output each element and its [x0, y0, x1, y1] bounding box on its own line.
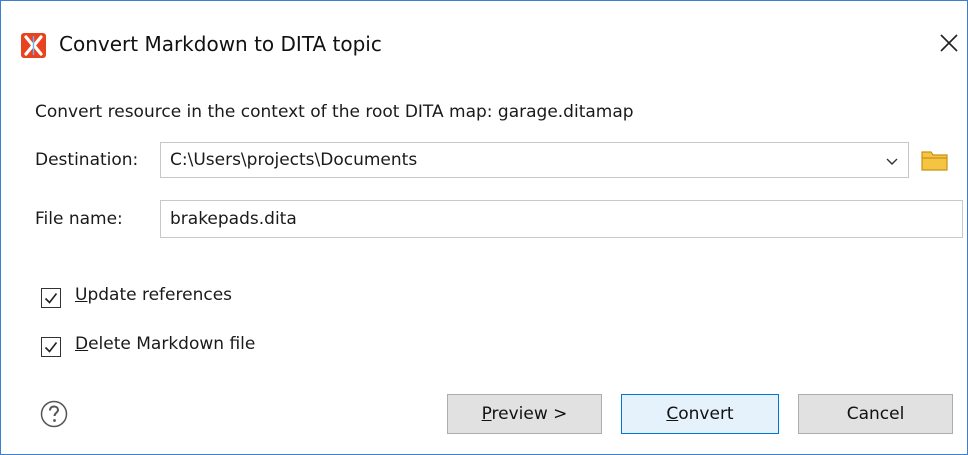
cancel-button[interactable]: Cancel — [798, 394, 953, 434]
convert-accelerator: C — [666, 404, 679, 424]
preview-label: review > — [491, 404, 568, 424]
destination-label: Destination: — [35, 150, 139, 170]
context-description: Convert resource in the context of the r… — [35, 102, 634, 122]
delete-markdown-accelerator: D — [75, 334, 89, 354]
convert-dialog: Convert Markdown to DITA topic Convert r… — [0, 0, 968, 455]
destination-value[interactable]: C:\Users\projects\Documents — [170, 150, 417, 170]
file-name-label: File name: — [35, 209, 123, 229]
title-bar[interactable]: Convert Markdown to DITA topic — [1, 1, 967, 79]
folder-icon — [919, 151, 951, 177]
close-button[interactable] — [935, 29, 963, 59]
help-icon[interactable] — [39, 399, 69, 429]
convert-button[interactable]: Convert — [621, 394, 779, 434]
delete-markdown-checkbox[interactable] — [41, 337, 61, 357]
delete-markdown-label[interactable]: Delete Markdown file — [75, 334, 255, 354]
update-references-checkbox[interactable] — [41, 288, 61, 308]
preview-accelerator: P — [481, 404, 492, 424]
update-references-text: pdate references — [87, 285, 233, 305]
convert-label: onvert — [678, 404, 734, 424]
close-icon — [935, 34, 963, 52]
delete-markdown-text: elete Markdown file — [88, 334, 256, 354]
update-references-label[interactable]: Update references — [75, 285, 232, 305]
chevron-down-icon[interactable] — [882, 151, 902, 171]
preview-button[interactable]: Preview > — [447, 394, 602, 434]
destination-combobox[interactable]: C:\Users\projects\Documents — [160, 142, 909, 178]
file-name-value[interactable]: brakepads.dita — [170, 209, 297, 229]
browse-folder-button[interactable] — [919, 147, 951, 173]
update-references-accelerator: U — [75, 285, 88, 305]
file-name-field[interactable]: brakepads.dita — [160, 200, 963, 238]
window-title: Convert Markdown to DITA topic — [59, 32, 382, 56]
oxygen-x-logo-icon — [21, 33, 46, 58]
